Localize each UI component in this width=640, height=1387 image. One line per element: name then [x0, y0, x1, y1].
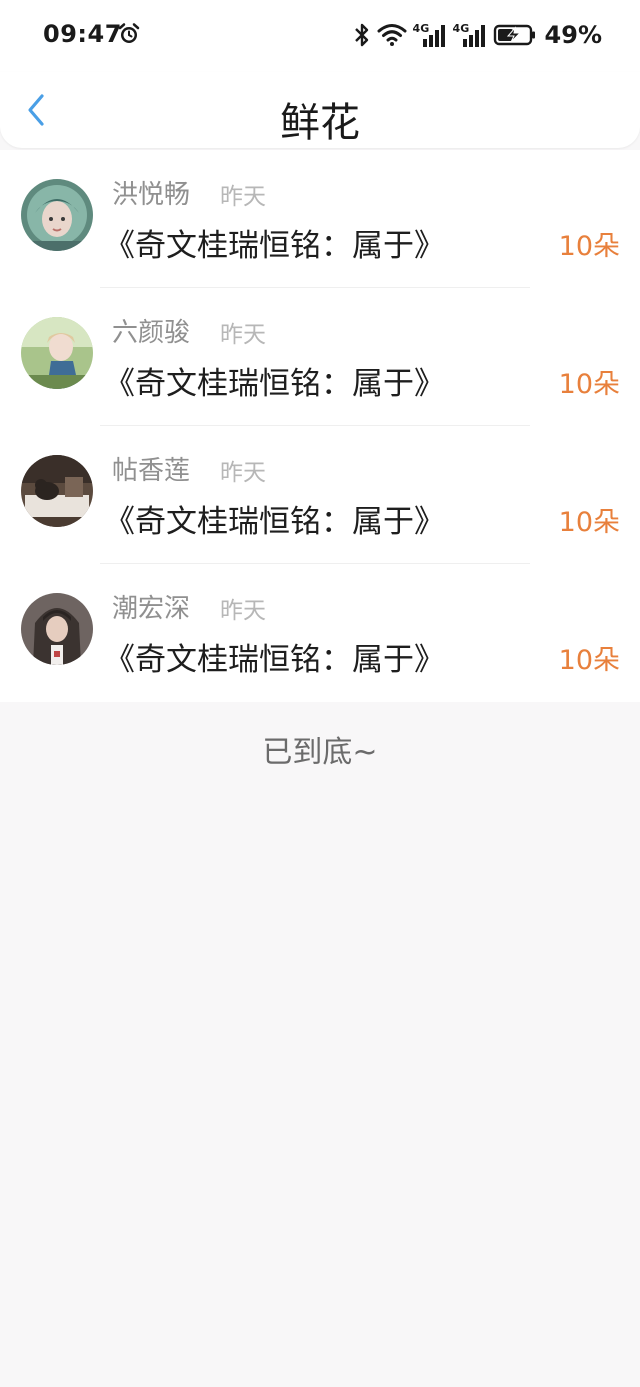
- avatar: [21, 179, 93, 251]
- signal-icon: 4G: [413, 22, 447, 48]
- status-icons: 4G 4G 49%: [353, 20, 602, 50]
- avatar: [21, 455, 93, 527]
- status-time: 09:47: [43, 20, 122, 48]
- flower-list: 洪悦畅 昨天 《奇文桂瑞恒铭：属于》 10朵 六颜骏 昨天 《奇文桂瑞恒铭：属于…: [0, 150, 640, 702]
- signal-icon: 4G: [453, 22, 487, 48]
- user-name: 洪悦畅: [112, 180, 191, 210]
- post-time: 昨天: [220, 184, 266, 210]
- flower-count: 10朵: [558, 369, 620, 400]
- end-of-list-text: 已到底~: [262, 735, 378, 770]
- avatar: [21, 593, 93, 665]
- battery-percentage: 49%: [544, 21, 602, 49]
- status-bar: 09:47 4G 4G 49%: [0, 0, 640, 72]
- alarm-clock-icon: [117, 22, 141, 46]
- post-time: 昨天: [220, 460, 266, 486]
- flower-count: 10朵: [558, 645, 620, 676]
- book-title: 《奇文桂瑞恒铭：属于》: [104, 366, 445, 402]
- user-name: 六颜骏: [112, 318, 191, 348]
- list-item[interactable]: 潮宏深 昨天 《奇文桂瑞恒铭：属于》 10朵: [0, 564, 640, 702]
- list-item[interactable]: 洪悦畅 昨天 《奇文桂瑞恒铭：属于》 10朵: [0, 150, 640, 288]
- flower-count: 10朵: [558, 231, 620, 262]
- wifi-icon: [377, 23, 407, 47]
- post-time: 昨天: [220, 598, 266, 624]
- page-title: 鲜花: [280, 100, 360, 146]
- header: 鲜花: [0, 72, 640, 148]
- bluetooth-icon: [353, 22, 371, 48]
- user-name: 潮宏深: [112, 594, 191, 624]
- user-name: 帖香莲: [112, 456, 191, 486]
- battery-charging-icon: [493, 23, 537, 47]
- list-item[interactable]: 帖香莲 昨天 《奇文桂瑞恒铭：属于》 10朵: [0, 426, 640, 564]
- book-title: 《奇文桂瑞恒铭：属于》: [104, 504, 445, 540]
- book-title: 《奇文桂瑞恒铭：属于》: [104, 228, 445, 264]
- post-time: 昨天: [220, 322, 266, 348]
- flower-count: 10朵: [558, 507, 620, 538]
- avatar: [21, 317, 93, 389]
- list-item[interactable]: 六颜骏 昨天 《奇文桂瑞恒铭：属于》 10朵: [0, 288, 640, 426]
- book-title: 《奇文桂瑞恒铭：属于》: [104, 642, 445, 678]
